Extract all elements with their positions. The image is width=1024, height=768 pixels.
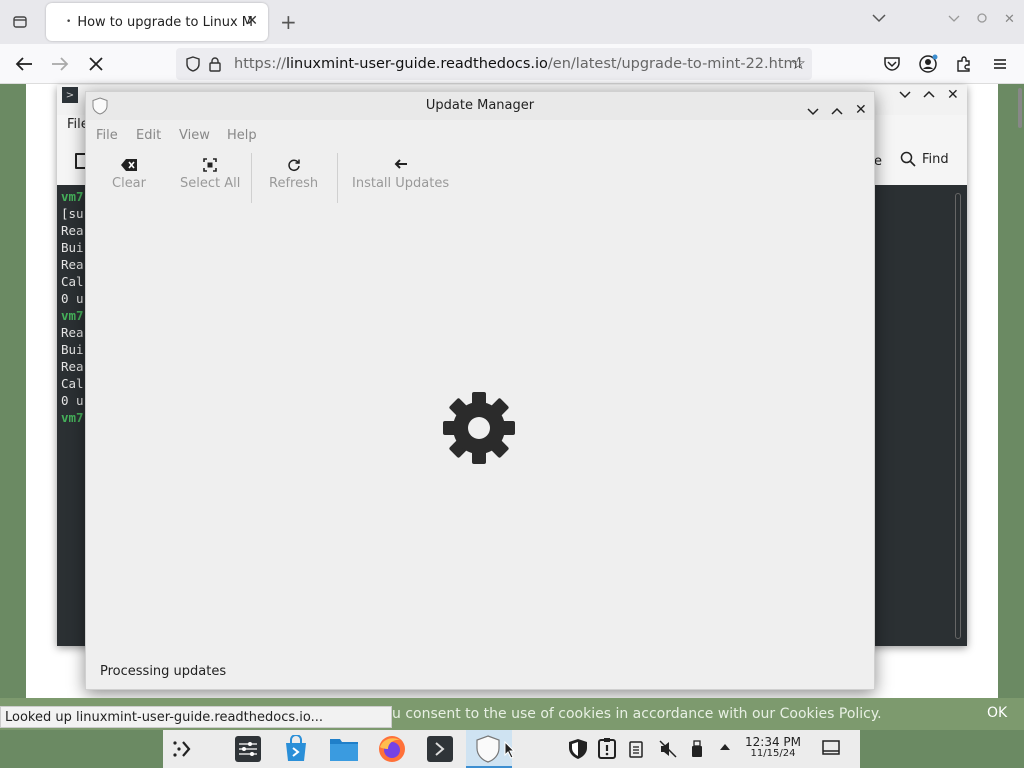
- select-all-label: Select All: [180, 176, 241, 191]
- menu-hamburger-icon[interactable]: [988, 52, 1012, 76]
- account-icon[interactable]: [916, 52, 940, 76]
- url-bar[interactable]: https://linuxmint-user-guide.readthedocs…: [176, 48, 812, 80]
- clock-date: 11/15/24: [750, 748, 796, 759]
- terminal-find-button[interactable]: Find: [900, 151, 949, 167]
- clock[interactable]: 12:34 PM 11/15/24: [745, 736, 801, 760]
- menu-help[interactable]: Help: [227, 128, 257, 143]
- stop-loading-icon[interactable]: [84, 52, 108, 76]
- lock-icon[interactable]: [204, 56, 226, 72]
- refresh-button[interactable]: Refresh: [269, 158, 318, 191]
- minimize-icon[interactable]: [948, 12, 960, 27]
- um-minimize-icon[interactable]: [807, 98, 819, 126]
- cookie-ok-button[interactable]: OK: [987, 705, 1007, 721]
- update-manager-window[interactable]: Update Manager ✕ File Edit View Help Cle…: [85, 91, 875, 690]
- list-tabs-chevron-icon[interactable]: [872, 12, 886, 27]
- tab-title: How to upgrade to Linux M: [77, 14, 253, 30]
- find-label: Find: [922, 151, 949, 167]
- gear-icon: [443, 392, 515, 464]
- window-title: Update Manager: [425, 98, 535, 113]
- bookmark-star-icon[interactable]: ☆: [791, 54, 806, 74]
- loading-dot-icon: •: [66, 17, 72, 27]
- page-scrollbar[interactable]: [1018, 88, 1022, 128]
- arrow-left-icon: [352, 158, 449, 176]
- shield-icon: [92, 97, 108, 115]
- close-window-icon[interactable]: ✕: [1004, 12, 1015, 27]
- install-updates-label: Install Updates: [352, 176, 450, 191]
- menu-file[interactable]: File: [96, 128, 118, 143]
- menu-edit[interactable]: Edit: [136, 128, 161, 143]
- tray-expand-icon[interactable]: [719, 740, 731, 756]
- refresh-label: Refresh: [269, 176, 319, 191]
- url-protocol: https://: [234, 56, 286, 72]
- toolbar-separator: [337, 153, 338, 203]
- um-close-icon[interactable]: ✕: [855, 96, 867, 124]
- back-icon[interactable]: [12, 52, 36, 76]
- update-shield-tray-icon[interactable]: [567, 738, 589, 764]
- extensions-icon[interactable]: [952, 52, 976, 76]
- tab-close-icon[interactable]: ✕: [246, 13, 258, 29]
- terminal-taskbar-icon[interactable]: [425, 734, 455, 764]
- volume-muted-icon[interactable]: [659, 740, 677, 762]
- firefox-icon[interactable]: [377, 734, 407, 764]
- clear-button[interactable]: Clear: [112, 158, 146, 191]
- terminal-maximize-icon[interactable]: [923, 87, 935, 103]
- terminal-app-icon: >: [62, 87, 78, 103]
- terminal-minimize-icon[interactable]: [899, 87, 911, 103]
- terminal-close-icon[interactable]: ✕: [947, 87, 959, 103]
- tab-list-icon[interactable]: [10, 12, 30, 32]
- menu-view[interactable]: View: [179, 128, 210, 143]
- um-maximize-icon[interactable]: [831, 98, 843, 126]
- forward-icon[interactable]: [48, 52, 72, 76]
- system-settings-icon[interactable]: [233, 734, 263, 764]
- tracking-shield-icon[interactable]: [182, 56, 204, 72]
- terminal-scrollbar[interactable]: [955, 193, 961, 639]
- status-text: Processing updates: [100, 664, 227, 679]
- clock-time: 12:34 PM: [745, 735, 801, 749]
- backspace-icon: [112, 158, 146, 176]
- show-desktop-icon[interactable]: [822, 740, 840, 760]
- clipboard-icon[interactable]: [629, 740, 643, 762]
- notification-clipboard-icon[interactable]: [597, 737, 617, 763]
- browser-tab-bar: • How to upgrade to Linux M ✕ + ✕: [0, 0, 1024, 44]
- mouse-cursor-icon: [503, 740, 517, 760]
- url-path: /en/latest/upgrade-to-mint-22.html: [547, 56, 802, 72]
- select-all-icon: [180, 158, 240, 176]
- toolbar-separator: [251, 153, 252, 203]
- update-manager-shield-icon[interactable]: [473, 734, 503, 764]
- update-manager-titlebar[interactable]: Update Manager ✕: [86, 92, 874, 120]
- refresh-icon: [269, 158, 318, 176]
- search-icon: [900, 151, 916, 167]
- software-store-icon[interactable]: [281, 734, 311, 764]
- taskbar: 12:34 PM 11/15/24: [163, 730, 860, 768]
- select-all-button[interactable]: Select All: [180, 158, 240, 191]
- terminal-toolbar-e[interactable]: e: [874, 154, 882, 169]
- url-domain: linuxmint-user-guide.readthedocs.io: [285, 56, 548, 72]
- cookie-text: u consent to the use of cookies in accor…: [392, 706, 882, 722]
- browser-status-popup: Looked up linuxmint-user-guide.readthedo…: [0, 706, 392, 728]
- maximize-icon[interactable]: [976, 12, 988, 28]
- app-launcher-icon[interactable]: [167, 734, 197, 764]
- new-tab-icon[interactable]: +: [280, 10, 297, 34]
- browser-tab[interactable]: • How to upgrade to Linux M ✕: [46, 3, 268, 41]
- clear-label: Clear: [112, 176, 146, 191]
- install-updates-button[interactable]: Install Updates: [352, 158, 449, 191]
- file-manager-icon[interactable]: [329, 734, 359, 764]
- usb-device-icon[interactable]: [691, 740, 703, 762]
- pocket-icon[interactable]: [880, 52, 904, 76]
- browser-nav-bar: https://linuxmint-user-guide.readthedocs…: [0, 44, 1024, 84]
